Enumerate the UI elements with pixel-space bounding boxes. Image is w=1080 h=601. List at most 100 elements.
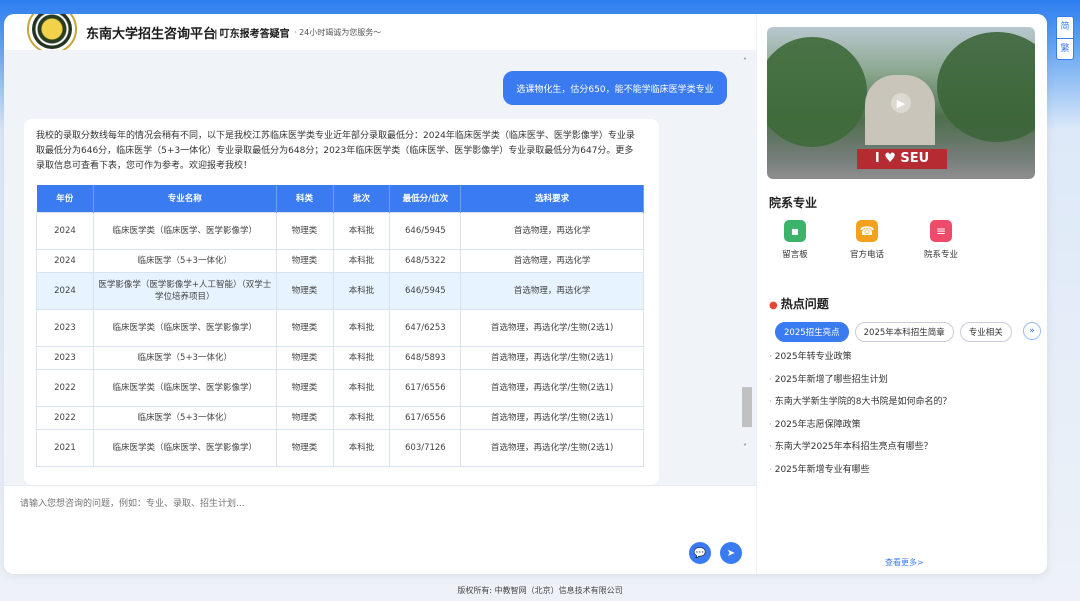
cell: 本科批 [332,368,391,407]
table-row: 2023 临床医学类（临床医学、医学影像学） 物理类 本科批 647/6253 … [36,308,644,347]
col-category: 科类 [276,185,334,212]
col-year: 年份 [36,185,94,212]
cell: 2022 [36,405,94,430]
tab-highlights[interactable]: 2025招生亮点 [775,322,849,342]
hot-tabs: 2025招生亮点 2025年本科招生简章 专业相关 [775,322,1012,342]
col-score: 最低分/位次 [389,185,462,212]
admission-table: 年份 专业名称 科类 批次 最低分/位次 选科要求 2024 临床医学类（临床医… [36,185,644,467]
cell: 本科批 [332,405,391,430]
cell: 物理类 [275,271,334,310]
list-item[interactable]: 2025年志愿保障政策 [769,418,1039,441]
header: 东南大学招生咨询平台 | 叮东报考答疑官 · 24小时竭诚为您服务～ [4,14,756,54]
fire-icon: ● [769,300,778,311]
cell: 2023 [36,345,94,370]
cell: 首选物理，再选化学 [460,211,644,250]
scroll-down-icon[interactable]: ˅ [743,443,747,452]
app-tagline: · 24小时竭诚为您服务～ [294,28,382,37]
cell: 首选物理，再选化学/生物(2选1) [460,345,644,370]
list-item[interactable]: 2025年转专业政策 [769,350,1039,373]
hot-question-list: 2025年转专业政策 2025年新增了哪些招生计划 东南大学新生学院的8大书院是… [769,350,1039,486]
user-message: 选课物化生，估分650，能不能学临床医学类专业 [503,71,727,105]
cell: 物理类 [275,308,334,347]
logo-emblem [32,14,72,49]
table-row: 2024 医学影像学（医学影像学+人工智能）（双学士学位培养项目） 物理类 本科… [36,271,644,310]
app-subtitle: | 叮东报考答疑官 [214,29,290,40]
play-icon[interactable]: ▶ [891,93,911,113]
send-icon: ➤ [726,547,736,559]
simplified-button[interactable]: 简 [1057,17,1073,38]
cell: 首选物理，再选化学/生物(2选1) [460,405,644,430]
table-row: 2024 临床医学（5+3一体化） 物理类 本科批 648/5322 首选物理，… [36,248,644,273]
hot-questions-title: ● 热点问题 [769,297,829,311]
campus-video[interactable]: ▶ I ♥ SEU [767,27,1035,179]
tabs-next-icon[interactable]: » [1023,322,1041,340]
cell: 临床医学（5+3一体化） [92,345,277,370]
main-card: 东南大学招生咨询平台 | 叮东报考答疑官 · 24小时竭诚为您服务～ 选课物化生，… [4,14,1047,574]
cell: 临床医学类（临床医学、医学影像学） [92,368,277,407]
cell: 2024 [36,211,94,250]
university-logo [27,14,77,54]
table-row: 2024 临床医学类（临床医学、医学影像学） 物理类 本科批 646/5945 … [36,211,644,250]
list-item[interactable]: 2025年新增专业有哪些 [769,463,1039,486]
traditional-button[interactable]: 繁 [1057,38,1073,59]
cell: 本科批 [332,271,391,310]
cell: 首选物理，再选化学/生物(2选1) [460,368,644,407]
cell: 物理类 [275,368,334,407]
send-button[interactable]: ➤ [720,542,742,564]
chat-scrollbar[interactable]: ˄ ˅ [741,55,753,455]
feature-message-board[interactable]: ▪ 留言板 [765,220,825,260]
cell: 2021 [36,428,94,467]
chat-area: 选课物化生，估分650，能不能学临床医学类专业 我校的录取分数线每年的情况会稍有… [4,50,756,485]
cell: 本科批 [332,308,391,347]
footer-copyright: 版权所有: 中教智网（北京）信息技术有限公司 [457,586,623,595]
input-area: 💬 ➤ [4,485,756,574]
chat-bubble-button[interactable]: 💬 [689,542,711,564]
message-icon: ▪ [784,220,806,242]
chat-bubble-icon: 💬 [693,547,707,559]
language-toggle: 简 繁 [1056,16,1074,60]
cell: 临床医学类（临床医学、医学影像学） [92,308,277,347]
cell: 2024 [36,271,94,310]
list-item[interactable]: 东南大学2025年本科招生亮点有哪些？ [769,440,1039,463]
list-item[interactable]: 2025年新增了哪些招生计划 [769,373,1039,396]
cell: 617/6556 [389,368,462,407]
table-row: 2021 临床医学类（临床医学、医学影像学） 物理类 本科批 603/7126 … [36,428,644,467]
cell: 646/5945 [389,271,462,310]
view-more-link[interactable]: 查看更多> [885,557,924,568]
feature-label: 院系专业 [923,250,958,260]
cell: 首选物理，再选化学 [460,271,644,310]
cell: 首选物理，再选化学 [460,248,644,273]
question-input[interactable] [20,494,720,514]
feature-label: 官方电话 [849,250,884,260]
list-item[interactable]: 东南大学新生学院的8大书院是如何命名的？ [769,395,1039,418]
table-header-row: 年份 专业名称 科类 批次 最低分/位次 选科要求 [36,185,644,212]
feature-departments[interactable]: ≡ 院系专业 [911,220,971,260]
cell: 646/5945 [389,211,462,250]
table-row: 2022 临床医学（5+3一体化） 物理类 本科批 617/6556 首选物理，… [36,405,644,430]
cell: 本科批 [332,211,391,250]
cell: 临床医学类（临床医学、医学影像学） [92,428,277,467]
cell: 603/7126 [389,428,462,467]
right-sidebar: ▶ I ♥ SEU 院系专业 ▪ 留言板 ☎ 官方电话 ≡ 院系专业 ● 热点问题… [756,14,1047,574]
cell: 本科批 [332,248,391,273]
tab-brochure[interactable]: 2025年本科招生简章 [854,322,954,342]
cell: 物理类 [275,248,334,273]
col-batch: 批次 [333,185,391,212]
cell: 648/5322 [389,248,462,273]
video-tree [937,32,1035,142]
cell: 617/6556 [389,405,462,430]
tab-majors[interactable]: 专业相关 [959,322,1012,342]
cell: 本科批 [332,428,391,467]
cell: 物理类 [275,428,334,467]
app-title: 东南大学招生咨询平台 [86,27,217,42]
phone-icon: ☎ [856,220,878,242]
features-title: 院系专业 [769,196,818,210]
feature-phone[interactable]: ☎ 官方电话 [837,220,897,260]
cell: 临床医学（5+3一体化） [92,248,277,273]
scrollbar-thumb[interactable] [742,387,752,427]
scroll-up-icon[interactable]: ˄ [743,57,747,66]
cell: 医学影像学（医学影像学+人工智能）（双学士学位培养项目） [92,271,277,310]
col-requirement: 选科要求 [460,185,644,212]
bot-message-text: 我校的录取分数线每年的情况会稍有不同，以下是我校江苏临床医学类专业近年部分录取最… [36,131,635,171]
cell: 648/5893 [389,345,462,370]
